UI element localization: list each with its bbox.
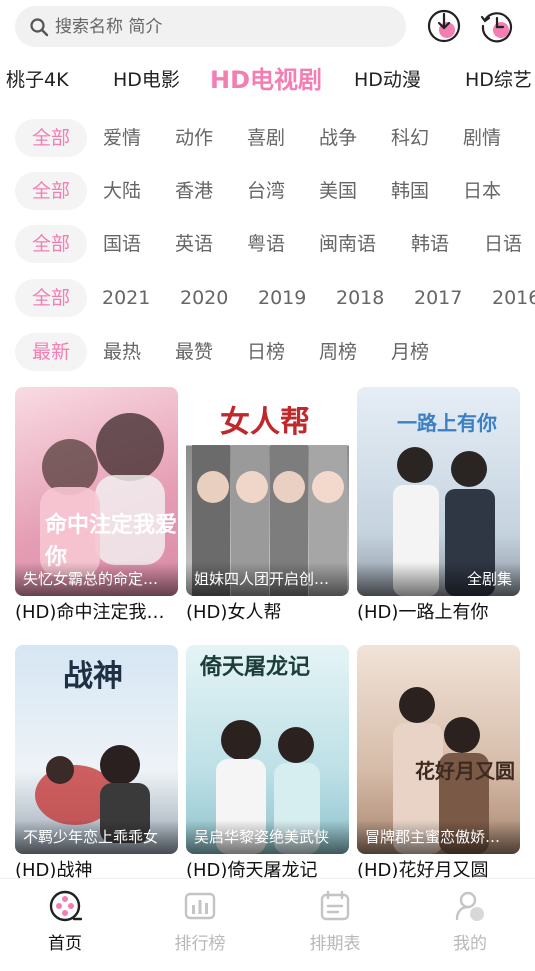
poster-caption: 不羁少年恋上乖乖女 (15, 820, 178, 854)
show-card[interactable]: 倚天屠龙记 吴启华黎姿绝美武侠 (HD)倚天屠龙记 (186, 645, 349, 884)
tab-hd-tv[interactable]: HD电视剧 (210, 58, 322, 102)
filter-chip[interactable]: 英语 (175, 225, 213, 263)
poster-caption: 全剧集 (357, 562, 520, 596)
filter-chip[interactable]: 最赞 (175, 333, 213, 371)
filter-chip[interactable]: 战争 (319, 119, 357, 157)
filter-row-region: 全部 大陆 香港 台湾 美国 韩国 日本 (0, 172, 535, 210)
nav-label: 排行榜 (174, 934, 226, 954)
filter-chip[interactable]: 最热 (103, 333, 141, 371)
filter-chip[interactable]: 全部 (15, 279, 87, 317)
search-bar[interactable] (15, 6, 406, 47)
filter-chip[interactable]: 2021 (102, 279, 150, 317)
poster-title: 一路上有你 (397, 411, 497, 435)
channel-tabs: 桃子4K HD电影 HD电视剧 HD动漫 HD综艺 (0, 58, 535, 102)
filter-row-year: 全部 2021 2020 2019 2018 2017 2016 (0, 279, 535, 317)
show-card[interactable]: 命中注定我爱你 失忆女霸总的命定恋人 (HD)命中注定我爱你 (15, 387, 178, 626)
filter-chip[interactable]: 2018 (336, 279, 384, 317)
filter-chip[interactable]: 闽南语 (319, 225, 376, 263)
filter-row-genre: 全部 爱情 动作 喜剧 战争 科幻 剧情 (0, 119, 535, 157)
filter-chip[interactable]: 台湾 (247, 172, 285, 210)
filter-chip[interactable]: 国语 (103, 225, 141, 263)
show-card[interactable]: 战神 不羁少年恋上乖乖女 (HD)战神 (15, 645, 178, 884)
filter-chip[interactable]: 2016 (492, 279, 535, 317)
poster-caption: 姐妹四人团开启创业路 (186, 562, 349, 596)
show-title[interactable]: (HD)女人帮 (186, 600, 349, 626)
filter-chip[interactable]: 日本 (463, 172, 501, 210)
nav-label: 首页 (48, 934, 82, 954)
poster-caption: 吴启华黎姿绝美武侠 (186, 820, 349, 854)
filter-chip[interactable]: 美国 (319, 172, 357, 210)
history-icon[interactable] (479, 8, 515, 44)
calendar-icon (320, 890, 350, 921)
nav-label: 排期表 (309, 934, 361, 954)
nav-home[interactable]: 首页 (10, 889, 120, 954)
poster-title: 花好月又圆 (415, 759, 515, 783)
profile-icon (455, 891, 484, 921)
poster-image[interactable]: 战神 不羁少年恋上乖乖女 (15, 645, 178, 854)
poster-image[interactable]: 花好月又圆 冒牌郡主蜜恋傲娇王爷 (357, 645, 520, 854)
filter-row-language: 全部 国语 英语 粤语 闽南语 韩语 日语 (0, 225, 535, 263)
bottom-nav: 首页 排行榜 排期表 我的 (0, 878, 535, 971)
show-card[interactable]: 女人帮 姐妹四人团开启创业路 (HD)女人帮 (186, 387, 349, 626)
filter-row-sort: 最新 最热 最赞 日榜 周榜 月榜 (0, 333, 535, 371)
filter-chip[interactable]: 日榜 (247, 333, 285, 371)
filter-chip[interactable]: 全部 (15, 225, 87, 263)
filter-chip[interactable]: 动作 (175, 119, 213, 157)
tab-hd-variety[interactable]: HD综艺 (465, 58, 532, 102)
poster-title: 战神 (63, 659, 123, 694)
filter-chip[interactable]: 最新 (15, 333, 87, 371)
filter-chip[interactable]: 日语 (484, 225, 522, 263)
download-icon[interactable] (426, 8, 462, 44)
filter-chip[interactable]: 香港 (175, 172, 213, 210)
poster-image[interactable]: 倚天屠龙记 吴启华黎姿绝美武侠 (186, 645, 349, 854)
tab-hd-anime[interactable]: HD动漫 (354, 58, 421, 102)
poster-caption: 失忆女霸总的命定恋人 (15, 562, 178, 596)
filter-chip[interactable]: 2020 (180, 279, 228, 317)
poster-image[interactable]: 一路上有你 全剧集 (357, 387, 520, 596)
poster-image[interactable]: 女人帮 姐妹四人团开启创业路 (186, 387, 349, 596)
filter-chip[interactable]: 剧情 (463, 119, 501, 157)
show-card[interactable]: 花好月又圆 冒牌郡主蜜恋傲娇王爷 (HD)花好月又圆 (357, 645, 520, 884)
show-title[interactable]: (HD)命中注定我爱你 (15, 600, 178, 626)
nav-label: 我的 (453, 934, 487, 954)
show-title[interactable]: (HD)一路上有你 (357, 600, 520, 626)
tab-hd-movie[interactable]: HD电影 (113, 58, 180, 102)
filter-chip[interactable]: 爱情 (103, 119, 141, 157)
poster-caption: 冒牌郡主蜜恋傲娇王爷 (357, 820, 520, 854)
search-icon (30, 17, 49, 36)
filter-chip[interactable]: 粤语 (247, 225, 285, 263)
film-reel-icon (49, 890, 82, 922)
filter-chip[interactable]: 韩国 (391, 172, 429, 210)
show-card[interactable]: 一路上有你 全剧集 (HD)一路上有你 (357, 387, 520, 626)
filter-chip[interactable]: 全部 (15, 119, 87, 157)
filter-chip[interactable]: 大陆 (103, 172, 141, 210)
nav-ranking[interactable]: 排行榜 (145, 889, 255, 954)
filter-chip[interactable]: 科幻 (391, 119, 429, 157)
filter-chip[interactable]: 2017 (414, 279, 462, 317)
filter-chip[interactable]: 韩语 (411, 225, 449, 263)
poster-image[interactable]: 命中注定我爱你 失忆女霸总的命定恋人 (15, 387, 178, 596)
tab-taozi-4k[interactable]: 桃子4K (6, 58, 69, 102)
nav-profile[interactable]: 我的 (415, 889, 525, 954)
filter-chip[interactable]: 月榜 (391, 333, 429, 371)
search-input[interactable] (55, 16, 375, 37)
nav-schedule[interactable]: 排期表 (280, 889, 390, 954)
poster-title: 倚天屠龙记 (200, 654, 311, 680)
bar-chart-icon (184, 892, 216, 920)
filter-chip[interactable]: 周榜 (319, 333, 357, 371)
filter-chip[interactable]: 喜剧 (247, 119, 285, 157)
poster-title: 女人帮 (220, 405, 310, 440)
filter-chip[interactable]: 2019 (258, 279, 306, 317)
filter-chip[interactable]: 全部 (15, 172, 87, 210)
